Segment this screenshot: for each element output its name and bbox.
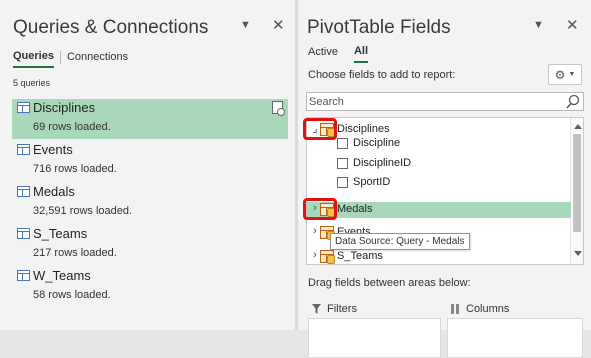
- query-rows-status: 69 rows loaded.: [33, 121, 111, 133]
- query-rows-status: 58 rows loaded.: [33, 289, 111, 301]
- query-item-w-teams[interactable]: W_Teams 58 rows loaded.: [12, 267, 288, 307]
- tab-all[interactable]: All: [353, 45, 369, 63]
- field-name: SportID: [353, 176, 391, 188]
- pane-options-icon[interactable]: ▼: [240, 19, 251, 31]
- table-node-s-teams[interactable]: › S_Teams: [307, 249, 571, 264]
- scrollbar[interactable]: [570, 118, 583, 264]
- tab-active[interactable]: Active: [308, 46, 338, 62]
- scroll-up-arrow[interactable]: [574, 124, 582, 129]
- table-icon: [17, 270, 30, 281]
- query-name: Medals: [33, 184, 75, 199]
- tab-connections[interactable]: Connections: [67, 51, 128, 67]
- search-icon[interactable]: [566, 94, 580, 109]
- query-name: Events: [33, 142, 73, 157]
- query-name: W_Teams: [33, 268, 91, 283]
- database-badge-icon: [327, 255, 335, 264]
- table-icon: [17, 144, 30, 155]
- query-item-medals[interactable]: Medals 32,591 rows loaded.: [12, 183, 288, 223]
- annotation-highlight-box: [303, 198, 337, 220]
- columns-label: Columns: [466, 303, 510, 315]
- table-name: Medals: [337, 203, 373, 215]
- search-input[interactable]: [309, 94, 559, 109]
- query-count: 5 queries: [13, 78, 51, 88]
- fields-tab-strip: Active All: [308, 45, 369, 63]
- filters-drop-area[interactable]: [308, 318, 441, 358]
- columns-icon: [451, 304, 459, 314]
- table-icon: [17, 186, 30, 197]
- field-name: Discipline: [353, 137, 401, 149]
- expand-toggle[interactable]: ›: [310, 249, 320, 261]
- filter-icon: [312, 304, 321, 314]
- pane-title: Queries & Connections: [13, 17, 209, 38]
- query-item-disciplines[interactable]: Disciplines 69 rows loaded.: [12, 99, 288, 139]
- columns-area-header: Columns: [451, 303, 509, 315]
- query-rows-status: 32,591 rows loaded.: [33, 205, 133, 217]
- query-rows-status: 716 rows loaded.: [33, 163, 117, 175]
- annotation-highlight-box: [303, 118, 337, 140]
- field-list-settings-button[interactable]: ⚙ ▼: [548, 64, 582, 85]
- chevron-down-icon: ▼: [568, 71, 576, 78]
- query-name: Disciplines: [33, 100, 96, 115]
- filters-label: Filters: [327, 303, 357, 315]
- table-icon: [17, 102, 30, 113]
- query-name: S_Teams: [33, 226, 88, 241]
- tab-divider: [59, 50, 61, 64]
- field-checkbox[interactable]: [337, 138, 348, 149]
- choose-fields-label: Choose fields to add to report:: [308, 69, 456, 81]
- field-search-box: [306, 92, 584, 111]
- scroll-down-arrow[interactable]: [574, 251, 582, 256]
- pane-options-icon[interactable]: ▼: [533, 19, 544, 31]
- table-name: Disciplines: [337, 123, 390, 135]
- data-source-tooltip: Data Source: Query - Medals: [330, 233, 470, 250]
- close-icon[interactable]: ✕: [272, 16, 285, 34]
- table-node-disciplines[interactable]: ⌟ Disciplines: [307, 122, 571, 138]
- filters-area-header: Filters: [312, 303, 357, 315]
- expand-toggle[interactable]: ›: [310, 225, 320, 237]
- gear-icon: ⚙: [554, 67, 566, 82]
- query-rows-status: 217 rows loaded.: [33, 247, 117, 259]
- pane-title: PivotTable Fields: [307, 17, 451, 38]
- table-node-medals[interactable]: › Medals: [307, 202, 571, 218]
- table-name: S_Teams: [337, 250, 383, 262]
- field-checkbox[interactable]: [337, 177, 348, 188]
- field-name: DisciplineID: [353, 157, 412, 169]
- tab-queries[interactable]: Queries: [13, 50, 54, 68]
- close-icon[interactable]: ✕: [566, 16, 579, 34]
- pivottable-fields-pane: PivotTable Fields ▼ ✕ Active All Choose …: [298, 0, 591, 358]
- queries-tab-strip: Queries Connections: [13, 50, 128, 68]
- columns-drop-area[interactable]: [447, 318, 583, 358]
- queries-connections-pane: Queries & Connections ▼ ✕ Queries Connec…: [0, 0, 295, 330]
- table-icon: [17, 228, 30, 239]
- refresh-icon[interactable]: [272, 101, 285, 116]
- drag-fields-label: Drag fields between areas below:: [308, 277, 471, 289]
- scroll-thumb[interactable]: [573, 134, 581, 232]
- query-item-s-teams[interactable]: S_Teams 217 rows loaded.: [12, 225, 288, 265]
- field-checkbox[interactable]: [337, 158, 348, 169]
- query-item-events[interactable]: Events 716 rows loaded.: [12, 141, 288, 181]
